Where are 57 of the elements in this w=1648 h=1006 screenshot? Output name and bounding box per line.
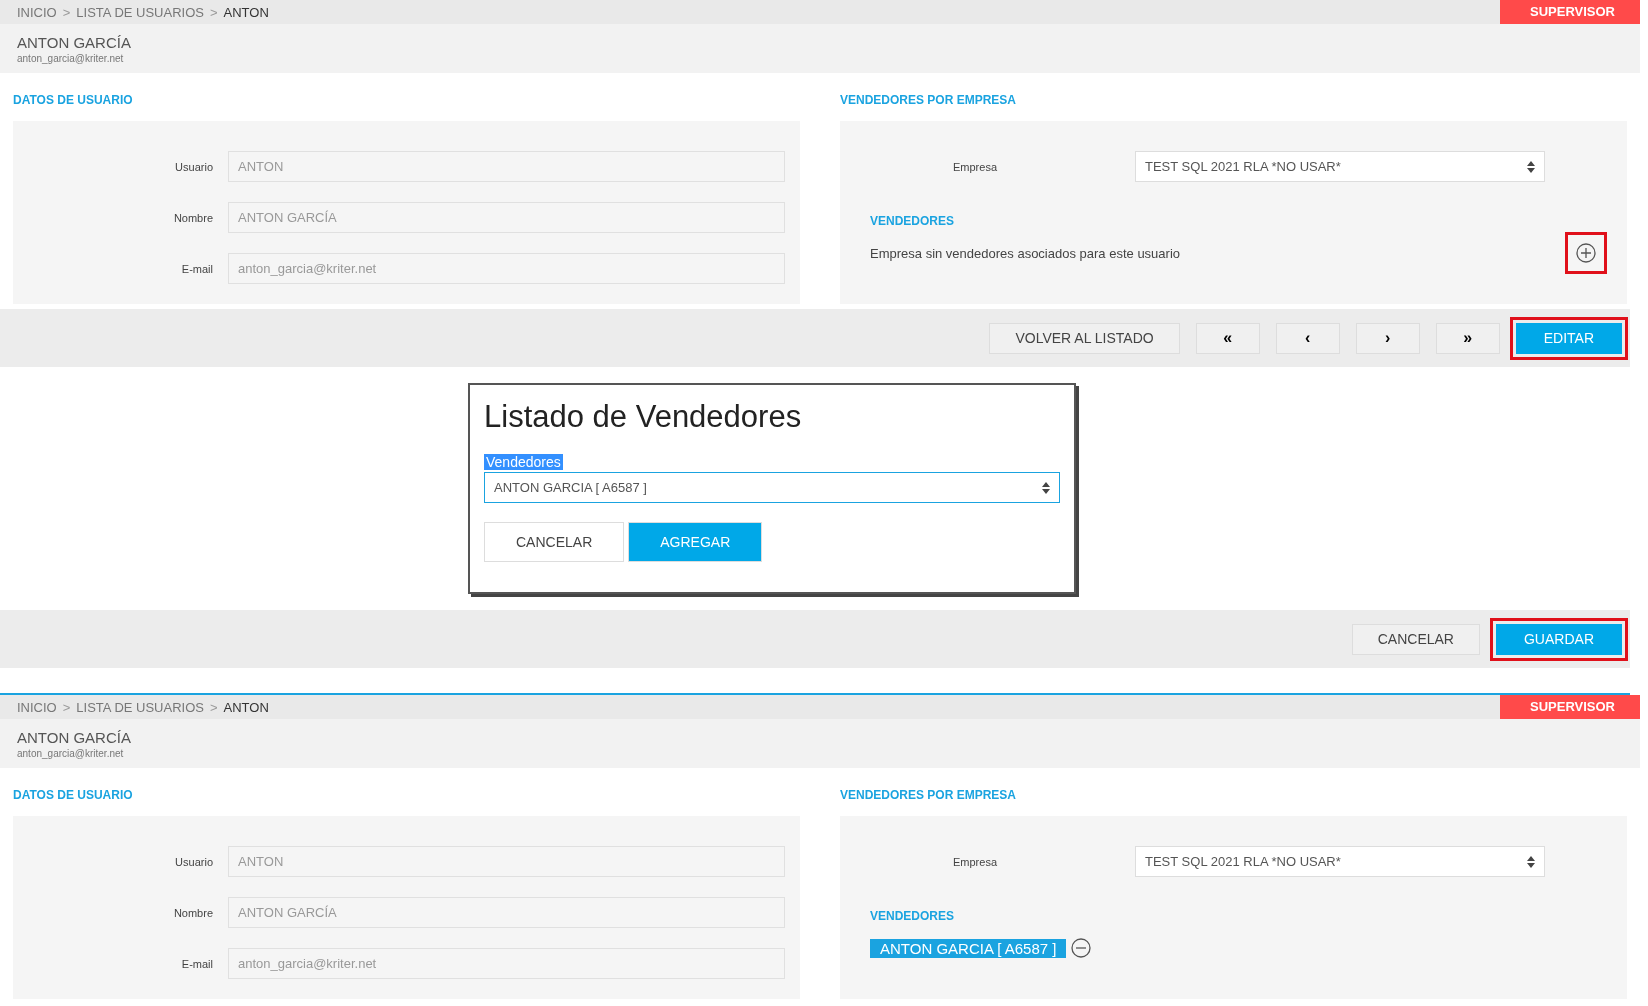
remove-icon[interactable]: [1071, 938, 1092, 958]
user-name: ANTON GARCÍA: [17, 728, 132, 746]
pager-button[interactable]: ›: [1355, 322, 1420, 354]
field-label: Usuario: [174, 855, 214, 868]
role-badge: SUPERVISOR: [1500, 0, 1640, 24]
input-field[interactable]: anton_garcia@kriter.net: [228, 948, 785, 979]
action-button[interactable]: GUARDAR: [1496, 623, 1622, 655]
field-label: Vendedores: [484, 454, 563, 470]
input-field[interactable]: ANTON: [228, 151, 785, 182]
user-name: ANTON GARCÍA: [17, 33, 132, 51]
updown-arrows-icon: [1042, 481, 1050, 494]
action-button[interactable]: VOLVER AL LISTADO: [989, 322, 1180, 354]
breadcrumb-link[interactable]: INICIO: [17, 4, 57, 20]
pager-button[interactable]: ‹: [1275, 322, 1340, 354]
field-label: Nombre: [172, 906, 214, 919]
dialog-button[interactable]: AGREGAR: [628, 522, 763, 562]
breadcrumb-link[interactable]: LISTA DE USUARIOS: [76, 699, 204, 715]
vendor-select[interactable]: ANTON GARCIA [ A6587 ]: [484, 472, 1060, 503]
user-email: anton_garcia@kriter.net: [17, 52, 125, 64]
pager-button[interactable]: «: [1195, 322, 1260, 354]
plus-icon: [1576, 243, 1596, 263]
breadcrumb-separator: >: [62, 4, 71, 20]
field-label: E-mail: [180, 262, 214, 275]
user-email: anton_garcia@kriter.net: [17, 747, 125, 759]
subsection-title: VENDEDORES: [869, 214, 956, 228]
subsection-title: VENDEDORES: [869, 909, 956, 923]
add-button[interactable]: [1565, 232, 1607, 274]
breadcrumb-link[interactable]: LISTA DE USUARIOS: [76, 4, 204, 20]
updown-arrows-icon: [1527, 160, 1535, 173]
dialog-button[interactable]: CANCELAR: [484, 522, 625, 562]
section-title: DATOS DE USUARIO: [13, 787, 134, 804]
vendor-tag: ANTON GARCIA [ A6587 ]: [870, 938, 1067, 958]
updown-arrows-icon: [1527, 855, 1535, 868]
role-badge: SUPERVISOR: [1500, 695, 1640, 719]
input-field[interactable]: ANTON GARCÍA: [228, 202, 785, 233]
company-select[interactable]: TEST SQL 2021 RLA *NO USAR*: [1135, 846, 1545, 877]
input-field[interactable]: ANTON: [228, 846, 785, 877]
input-field[interactable]: anton_garcia@kriter.net: [228, 253, 785, 284]
field-label: Empresa: [952, 160, 998, 173]
action-button[interactable]: CANCELAR: [1351, 623, 1480, 655]
input-field[interactable]: ANTON GARCÍA: [228, 897, 785, 928]
section-title: VENDEDORES POR EMPRESA: [840, 92, 1018, 109]
action-button[interactable]: EDITAR: [1515, 322, 1622, 354]
field-label: Nombre: [172, 211, 214, 224]
breadcrumb-separator: >: [62, 699, 71, 715]
breadcrumb-link[interactable]: INICIO: [17, 699, 57, 715]
field-label: Empresa: [952, 855, 998, 868]
dialog-title: Listado de Vendedores: [484, 399, 803, 435]
field-label: E-mail: [180, 957, 214, 970]
section-title: VENDEDORES POR EMPRESA: [840, 787, 1018, 804]
empty-message: Empresa sin vendedores asociados para este usuario: [870, 245, 1181, 261]
section-title: DATOS DE USUARIO: [13, 92, 134, 109]
company-select[interactable]: TEST SQL 2021 RLA *NO USAR*: [1135, 151, 1545, 182]
breadcrumb-separator: >: [209, 4, 218, 20]
breadcrumb-separator: >: [209, 699, 218, 715]
pager-button[interactable]: »: [1435, 322, 1500, 354]
field-label: Usuario: [174, 160, 214, 173]
